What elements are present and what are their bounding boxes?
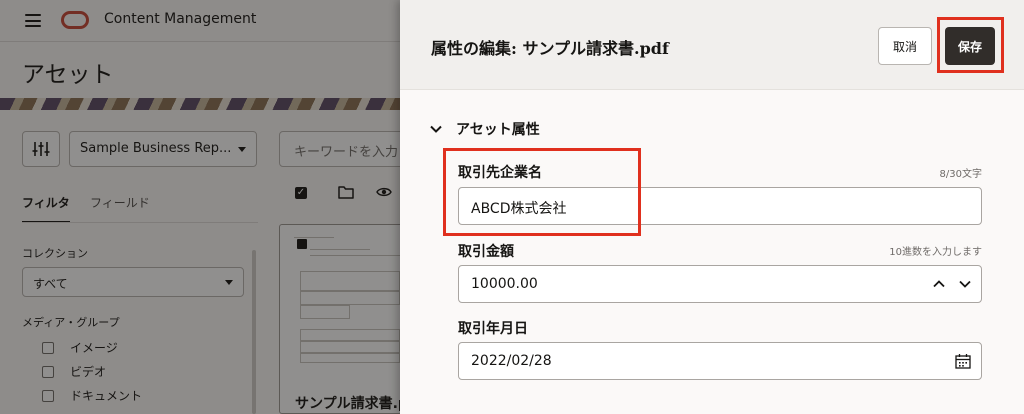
amount-input[interactable]: 10000.00 xyxy=(458,265,982,303)
chevron-up-icon[interactable] xyxy=(930,275,948,293)
field-label-amount: 取引金額 xyxy=(458,244,514,260)
field-hint-decimal: 10進数を入力します xyxy=(889,247,982,258)
edit-attributes-drawer: 属性の編集: サンプル請求書.pdf 取消 保存 アセット属性 取引先企業名 8… xyxy=(400,0,1024,414)
amount-value: 10000.00 xyxy=(471,276,538,292)
field-highlight xyxy=(443,148,641,236)
chevron-down-icon xyxy=(430,125,442,133)
field-label-date: 取引年月日 xyxy=(458,321,528,337)
drawer-header: 属性の編集: サンプル請求書.pdf 取消 保存 xyxy=(400,0,1024,90)
chevron-down-icon[interactable] xyxy=(956,275,974,293)
cancel-button[interactable]: 取消 xyxy=(878,27,932,65)
section-title: アセット属性 xyxy=(456,122,540,138)
drawer-title: 属性の編集: サンプル請求書.pdf xyxy=(431,39,669,58)
section-asset-attributes[interactable]: アセット属性 xyxy=(430,119,540,139)
date-input[interactable]: 2022/02/28 xyxy=(458,342,982,380)
calendar-icon[interactable] xyxy=(955,353,971,369)
modal-overlay[interactable] xyxy=(0,0,400,414)
save-button[interactable]: 保存 xyxy=(945,27,995,65)
field-hint-char-count: 8/30文字 xyxy=(939,169,982,180)
date-value: 2022/02/28 xyxy=(471,353,552,369)
